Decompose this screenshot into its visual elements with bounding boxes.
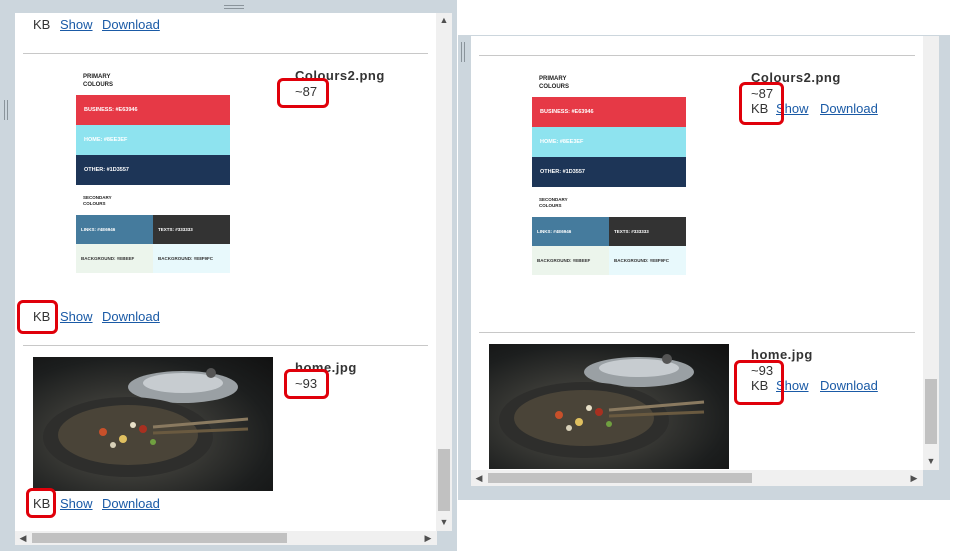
annotation-highlight [734,360,784,405]
scroll-down-arrow-icon[interactable]: ▼ [923,456,939,466]
annotation-highlight [17,300,58,334]
swatch-business: BUSINESS: #E63946 [76,95,230,125]
card-secondary-title-2: COLOURS [539,203,562,208]
annotation-highlight [284,369,329,399]
swatch-links: LINKS: #4E6946 [76,215,153,244]
divider [23,53,428,54]
wok-photo-icon [499,354,705,458]
swatch-home: HOME: #8EE3EF [76,125,230,155]
swatch-background-2: BACKGROUND: #E8F9FC [609,246,686,275]
swatch-texts: TEXTS: #333333 [153,215,230,244]
scroll-down-arrow-icon[interactable]: ▼ [436,517,452,527]
wok-photo-icon [43,368,249,477]
resize-grip-top[interactable] [224,4,244,11]
annotation-highlight [26,488,56,518]
colours-thumbnail: PRIMARY COLOURS BUSINESS: #E63946 HOME: … [76,69,230,301]
card-primary-title: PRIMARY [539,76,567,82]
home-thumbnail [489,344,729,469]
left-pane-content: KB Show Download PRIMARY COLOURS BUSINES… [15,13,452,531]
swatch-texts: TEXTS: #333333 [609,217,686,246]
home-download-link[interactable]: Download [102,496,160,511]
card-primary-title: PRIMARY [83,74,111,80]
swatch-other: OTHER: #1D3557 [76,155,230,185]
scroll-right-arrow-icon[interactable]: ▶ [908,473,920,483]
card-primary-title-2: COLOURS [83,82,113,88]
top-entry-size-unit: KB [33,17,51,32]
swatch-other: OTHER: #1D3557 [532,157,686,187]
horizontal-scrollbar[interactable]: ◀ ▶ [471,470,923,486]
swatch-background-1: BACKGROUND: #EBEEF [532,246,609,275]
colours-thumbnail: PRIMARY COLOURS BUSINESS: #E63946 HOME: … [532,69,686,304]
divider [479,55,915,56]
home-show-link[interactable]: Show [60,496,93,511]
swatch-background-1: BACKGROUND: #EBEEF [76,244,153,273]
vertical-scrollbar[interactable]: ▼ [923,36,939,470]
horizontal-scroll-thumb[interactable] [32,533,287,543]
resize-grip-left[interactable] [4,100,10,120]
divider [479,332,915,333]
colours-download-link[interactable]: Download [102,309,160,324]
divider [23,345,428,346]
card-primary-title-2: COLOURS [539,84,569,90]
colours-show-link[interactable]: Show [60,309,93,324]
vertical-scroll-thumb[interactable] [925,379,937,444]
home-thumbnail [33,357,273,491]
home-download-link[interactable]: Download [820,378,878,393]
horizontal-scroll-thumb[interactable] [488,473,752,483]
vertical-scrollbar[interactable]: ▲ ▼ [436,13,452,531]
annotation-highlight [739,82,784,125]
swatch-business: BUSINESS: #E63946 [532,97,686,127]
top-entry-download-link[interactable]: Download [102,17,160,32]
horizontal-scrollbar[interactable]: ◀ ▶ [15,531,437,545]
top-entry-show-link[interactable]: Show [60,17,93,32]
scroll-left-arrow-icon[interactable]: ◀ [17,533,29,543]
vertical-scroll-thumb[interactable] [438,449,450,511]
swatch-home: HOME: #8EE3EF [532,127,686,157]
card-secondary-title-2: COLOURS [83,201,106,206]
swatch-links: LINKS: #4E6946 [532,217,609,246]
annotation-highlight [277,78,329,108]
scroll-up-arrow-icon[interactable]: ▲ [436,15,452,25]
right-pane-content: PRIMARY COLOURS BUSINESS: #E63946 HOME: … [471,36,923,486]
resize-grip-left[interactable] [461,42,467,62]
swatch-background-2: BACKGROUND: #E8F9FC [153,244,230,273]
scroll-right-arrow-icon[interactable]: ▶ [422,533,434,543]
scroll-left-arrow-icon[interactable]: ◀ [473,473,485,483]
colours-download-link[interactable]: Download [820,101,878,116]
